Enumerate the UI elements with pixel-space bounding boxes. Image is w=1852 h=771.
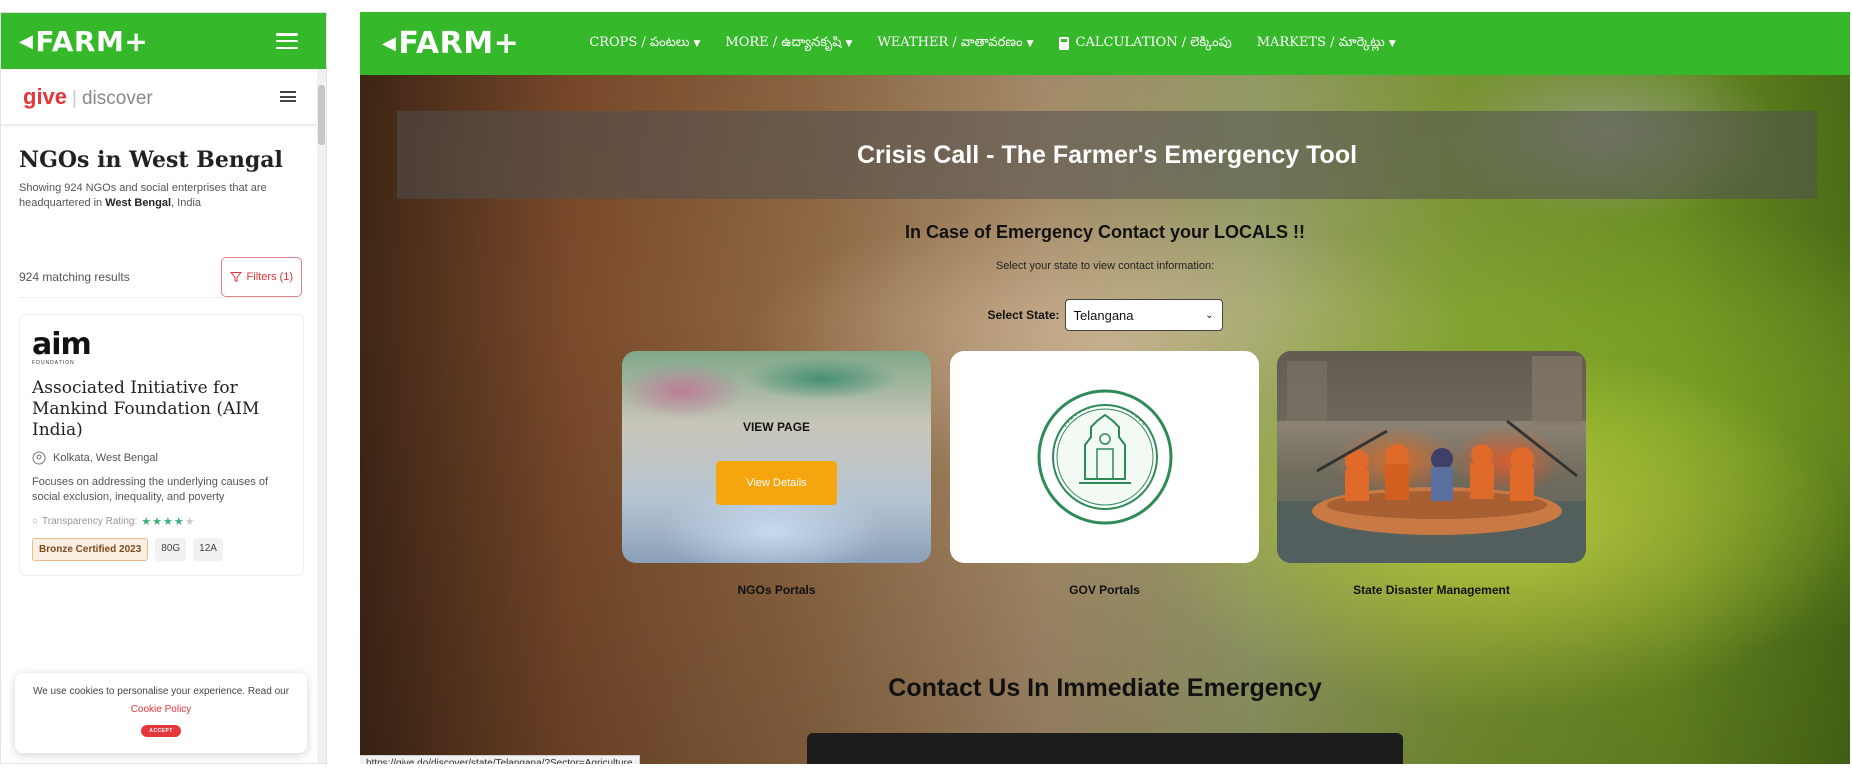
status-bar-url: https://give.do/discover/state/Telangana… [360, 755, 640, 764]
rating-stars: ★★★★★ [141, 515, 195, 528]
cookie-policy-link[interactable]: Cookie Policy [131, 704, 192, 715]
contact-form-panel [807, 733, 1403, 764]
gov-portals-caption: GOV Portals [1069, 583, 1140, 597]
state-label: Select State: [987, 308, 1060, 322]
info-circle-icon: ○ [32, 516, 39, 527]
state-disaster-caption: State Disaster Management [1353, 583, 1510, 597]
brand-text: FARM+ [35, 24, 149, 58]
location-text: Kolkata, West Bengal [53, 452, 158, 464]
filter-icon [229, 271, 242, 282]
cookie-banner: We use cookies to personalise your exper… [15, 673, 307, 753]
view-details-button[interactable]: View Details [716, 461, 837, 505]
state-select[interactable]: Telangana ⌄ [1064, 299, 1223, 331]
chevron-down-icon: ⌄ [1205, 309, 1214, 321]
filters-button[interactable]: Filters (1) [220, 256, 302, 297]
gov-portal-tile[interactable] [950, 351, 1259, 563]
logo-arrow-icon: ◀ [19, 30, 34, 52]
subtitle-suffix: , India [171, 197, 202, 209]
hero-title: Crisis Call - The Farmer's Emergency Too… [856, 140, 1358, 169]
nav-calculation[interactable]: CALCULATION / లెక్కింపు [1058, 34, 1232, 53]
org-name[interactable]: Associated Initiative for Mankind Founda… [32, 378, 291, 441]
caret-down-icon: ▼ [1026, 38, 1034, 49]
emergency-heading: In Case of Emergency Contact your LOCALS… [904, 222, 1306, 242]
stars-empty: ★ [184, 516, 196, 528]
org-description: Focuses on addressing the underlying cau… [32, 476, 269, 503]
mobile-app-header: ◀FARM+ [1, 13, 326, 69]
cookie-message: We use cookies to personalise your exper… [32, 686, 290, 697]
flood-rescue-image [1277, 351, 1586, 563]
give-discover-header: give | discover [1, 69, 326, 125]
farm-logo[interactable]: ◀FARM+ [382, 26, 519, 61]
aim-logo: aim [32, 327, 92, 362]
hero-banner: Crisis Call - The Farmer's Emergency Too… [397, 111, 1817, 199]
rating-label: Transparency Rating: [42, 516, 138, 527]
scrollbar-thumb[interactable] [318, 85, 325, 145]
ngo-portal-tile[interactable]: VIEW PAGE View Details [622, 351, 931, 563]
farm-logo[interactable]: ◀FARM+ [19, 25, 148, 58]
site-menu-icon[interactable] [280, 91, 296, 102]
contact-heading: Contact Us In Immediate Emergency [888, 674, 1322, 702]
transparency-rating: ○ Transparency Rating: ★★★★★ [32, 515, 291, 528]
state-selector-row: Select State: Telangana ⌄ [360, 299, 1850, 331]
cookie-accept-button[interactable]: ACCEPT [141, 725, 181, 737]
caret-down-icon: ▼ [693, 38, 701, 49]
desktop-browser-panel: ◀FARM+ CROPS / పంటలు ▼ MORE / ఉద్యానకృషి ▼… [360, 12, 1850, 764]
main-navbar: ◀FARM+ CROPS / పంటలు ▼ MORE / ఉద్యానకృషి ▼… [360, 12, 1850, 75]
menu-icon[interactable] [276, 33, 298, 49]
badge-12a: 12A [193, 538, 223, 561]
discover-logo-text: discover [81, 87, 153, 109]
brand-text: FARM+ [398, 26, 520, 61]
nav-weather[interactable]: WEATHER / వాతావరణం ▼ [877, 35, 1033, 53]
give-discover-logo[interactable]: give | discover [23, 84, 153, 110]
location-pin-icon [32, 451, 46, 465]
page-subtitle: Showing 924 NGOs and social enterprises … [19, 181, 306, 211]
select-state-hint: Select your state to view contact inform… [995, 260, 1215, 272]
caret-down-icon: ▼ [1388, 38, 1396, 49]
telangana-emblem-icon [1037, 389, 1172, 525]
calculator-icon [1058, 37, 1069, 50]
badge-80g: 80G [155, 538, 187, 561]
nav-more-label: MORE / ఉద్యానకృషి [725, 34, 842, 50]
badge-bronze-certified: Bronze Certified 2023 [32, 538, 149, 561]
stars-filled: ★★★★ [141, 516, 185, 528]
aim-logo-sub: FOUNDATION [32, 360, 75, 366]
nav-markets-label: MARKETS / మార్కెట్లు [1256, 34, 1385, 50]
caret-down-icon: ▼ [845, 38, 853, 49]
disaster-management-tile[interactable] [1277, 351, 1586, 563]
view-page-label: VIEW PAGE [742, 420, 811, 434]
mobile-browser-panel: ◀FARM+ give | discover NGOs in West Bengal… [0, 12, 327, 764]
nav-crops[interactable]: CROPS / పంటలు ▼ [589, 35, 700, 53]
logo-arrow-icon: ◀ [382, 33, 397, 54]
nav-more[interactable]: MORE / ఉద్యానకృషి ▼ [725, 35, 852, 53]
ngo-card[interactable]: aim FOUNDATION Associated Initiative for… [19, 314, 304, 576]
subtitle-state: West Bengal [105, 197, 172, 209]
org-location: Kolkata, West Bengal [32, 451, 291, 465]
nav-weather-label: WEATHER / వాతావరణం [877, 34, 1023, 50]
give-logo-text: give [23, 83, 68, 109]
page-title: NGOs in West Bengal [19, 147, 283, 173]
cookie-text: We use cookies to personalise your exper… [15, 683, 307, 719]
scrollbar[interactable] [317, 69, 326, 763]
nav-markets[interactable]: MARKETS / మార్కెట్లు ▼ [1257, 35, 1396, 53]
nav-crops-label: CROPS / పంటలు [589, 34, 690, 50]
state-select-value: Telangana [1073, 307, 1134, 323]
certification-badges: Bronze Certified 2023 80G 12A [32, 538, 291, 561]
nav-calculation-label: CALCULATION / లెక్కింపు [1075, 34, 1232, 50]
ngo-portals-caption: NGOs Portals [737, 583, 816, 597]
logo-separator: | [72, 87, 77, 109]
results-count: 924 matching results [19, 269, 130, 284]
filters-label: Filters (1) [246, 270, 293, 283]
results-bar: 924 matching results Filters (1) [19, 256, 302, 298]
